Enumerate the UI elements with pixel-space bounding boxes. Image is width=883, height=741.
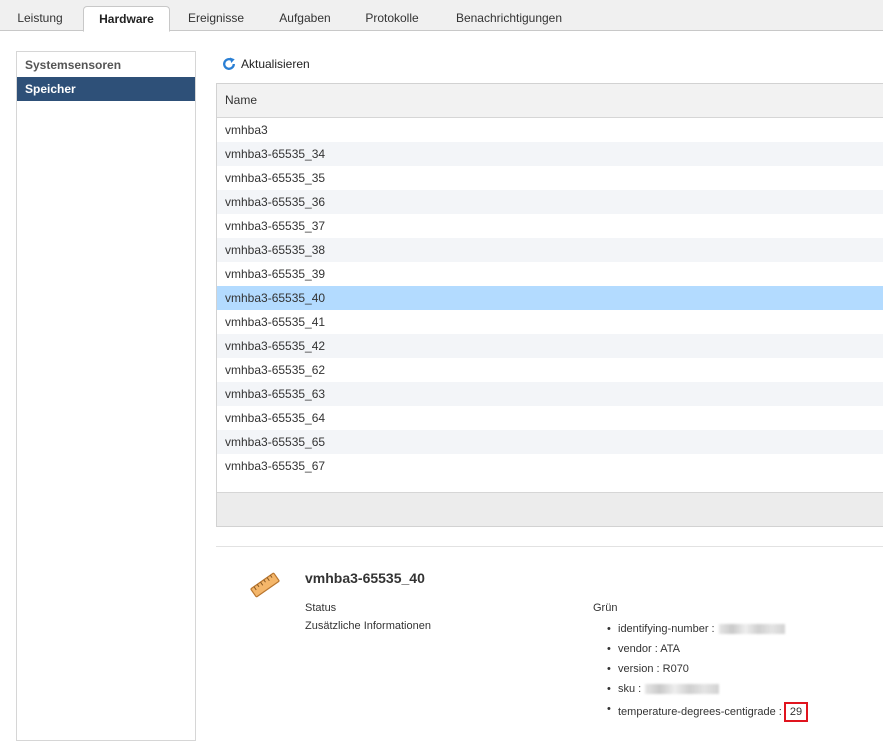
additional-info-list: identifying-number : vendor : ATA versio… bbox=[607, 622, 809, 722]
tab-leistung[interactable]: Leistung bbox=[5, 6, 75, 31]
tab-protokolle[interactable]: Protokolle bbox=[352, 6, 432, 31]
table-row[interactable]: vmhba3-65535_36 bbox=[217, 190, 883, 214]
tab-benachrichtigungen[interactable]: Benachrichtigungen bbox=[443, 6, 575, 31]
table-row[interactable]: vmhba3-65535_64 bbox=[217, 406, 883, 430]
info-identifying-number: identifying-number : bbox=[607, 622, 808, 642]
storage-table: Name vmhba3 vmhba3-65535_34 vmhba3-65535… bbox=[216, 83, 883, 527]
table-row[interactable]: vmhba3-65535_35 bbox=[217, 166, 883, 190]
refresh-button[interactable]: Aktualisieren bbox=[222, 55, 310, 73]
table-row[interactable]: vmhba3-65535_41 bbox=[217, 310, 883, 334]
sidebar: Systemsensoren Speicher bbox=[16, 51, 196, 741]
table-row[interactable]: vmhba3-65535_65 bbox=[217, 430, 883, 454]
sidebar-item-speicher[interactable]: Speicher bbox=[17, 77, 195, 101]
sidebar-item-systemsensoren[interactable]: Systemsensoren bbox=[17, 53, 195, 77]
table-row[interactable]: vmhba3-65535_39 bbox=[217, 262, 883, 286]
info-version: version : R070 bbox=[607, 662, 808, 682]
redacted-value bbox=[645, 684, 720, 695]
redacted-value bbox=[718, 624, 785, 635]
storage-device-icon bbox=[250, 572, 280, 598]
refresh-icon bbox=[223, 57, 235, 70]
table-row[interactable]: vmhba3-65535_62 bbox=[217, 358, 883, 382]
column-header-name[interactable]: Name bbox=[217, 84, 883, 118]
table-footer bbox=[217, 492, 883, 526]
temperature-value-highlight: 29 bbox=[783, 702, 809, 722]
info-temperature: temperature-degrees-centigrade :29 bbox=[607, 702, 809, 722]
tab-aufgaben[interactable]: Aufgaben bbox=[266, 6, 344, 31]
table-row[interactable]: vmhba3-65535_38 bbox=[217, 238, 883, 262]
status-value: Grün bbox=[593, 602, 618, 614]
table-row[interactable]: vmhba3-65535_63 bbox=[217, 382, 883, 406]
tab-ereignisse[interactable]: Ereignisse bbox=[176, 6, 256, 31]
table-row[interactable]: vmhba3-65535_67 bbox=[217, 454, 883, 478]
details-divider bbox=[216, 546, 883, 547]
table-row[interactable]: vmhba3 bbox=[217, 118, 883, 142]
table-row[interactable]: vmhba3-65535_37 bbox=[217, 214, 883, 238]
additional-info-label: Zusätzliche Informationen bbox=[305, 620, 431, 632]
tab-bar: Leistung Hardware Ereignisse Aufgaben Pr… bbox=[0, 0, 883, 32]
refresh-label: Aktualisieren bbox=[241, 57, 310, 71]
details-title: vmhba3-65535_40 bbox=[305, 570, 425, 586]
table-row[interactable]: vmhba3-65535_42 bbox=[217, 334, 883, 358]
status-label: Status bbox=[305, 602, 337, 614]
table-row[interactable]: vmhba3-65535_34 bbox=[217, 142, 883, 166]
info-sku: sku : bbox=[607, 682, 808, 702]
tab-hardware[interactable]: Hardware bbox=[83, 6, 170, 32]
info-vendor: vendor : ATA bbox=[607, 642, 808, 662]
table-row-selected[interactable]: vmhba3-65535_40 bbox=[217, 286, 883, 310]
